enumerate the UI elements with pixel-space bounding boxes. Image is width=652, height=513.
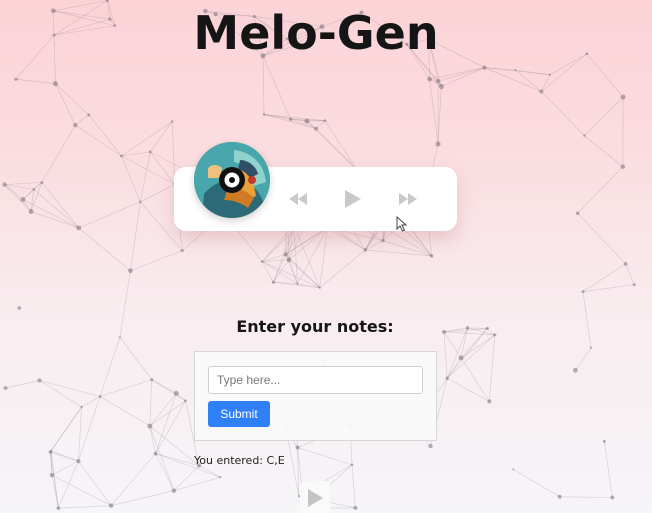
entered-notes-value: C,E: [266, 454, 285, 467]
app-title: Melo-Gen: [193, 6, 439, 60]
fast-forward-button[interactable]: [398, 188, 418, 210]
audio-play-button[interactable]: [300, 481, 330, 513]
mouse-cursor-icon: [396, 215, 408, 236]
play-button[interactable]: [343, 188, 363, 210]
play-icon: [308, 489, 323, 507]
rewind-button[interactable]: [288, 188, 308, 210]
notes-heading: Enter your notes:: [236, 317, 394, 336]
play-icon: [345, 190, 361, 208]
entered-notes-text: You entered: C,E: [194, 454, 285, 467]
rewind-icon: [289, 193, 307, 205]
notes-input[interactable]: [208, 366, 423, 394]
notes-form: [194, 351, 437, 441]
album-art-image: [194, 142, 270, 218]
fast-forward-icon: [399, 193, 417, 205]
entered-notes-prefix: You entered:: [194, 454, 267, 467]
submit-button[interactable]: Submit: [208, 401, 270, 427]
